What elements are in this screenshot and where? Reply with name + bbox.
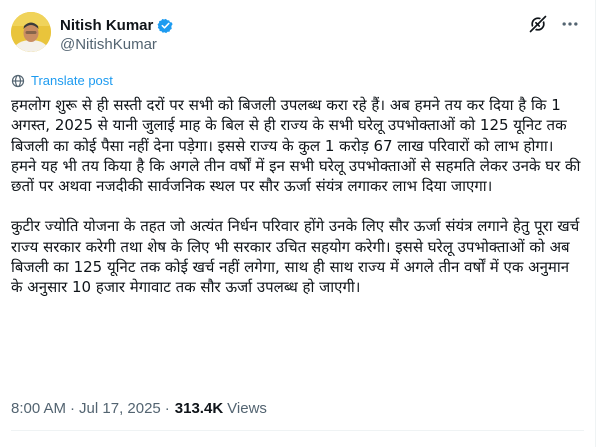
avatar-image <box>11 12 51 52</box>
author-handle[interactable]: @NitishKumar <box>60 36 157 53</box>
post-date[interactable]: Jul 17, 2025 <box>79 400 161 417</box>
post-time[interactable]: 8:00 AM <box>11 400 66 417</box>
translate-post-link[interactable]: Translate post <box>31 73 113 88</box>
post-card: Nitish Kumar @NitishKumar Translate post… <box>0 0 596 447</box>
views-count[interactable]: 313.4K <box>175 400 223 417</box>
author-name-row: Nitish Kumar <box>60 15 174 35</box>
meta-separator: · <box>70 399 76 417</box>
divider <box>11 430 584 431</box>
translate-post[interactable]: Translate post <box>11 71 113 89</box>
post-text: हमलोग शुरू से ही सस्ती दरों पर सभी को बि… <box>11 95 583 298</box>
views-label: Views <box>227 399 267 417</box>
more-options-icon[interactable] <box>560 14 580 34</box>
post-meta: 8:00 AM · Jul 17, 2025 · 313.4K Views <box>11 397 267 419</box>
author-name[interactable]: Nitish Kumar <box>60 17 153 34</box>
globe-icon <box>11 73 25 88</box>
post-actions-top <box>528 14 580 34</box>
verified-badge-icon[interactable] <box>157 17 174 34</box>
post-paragraph-2: कुटीर ज्योति योजना के तहत जो अत्यंत निर्… <box>11 217 580 297</box>
grok-icon[interactable] <box>528 14 548 34</box>
avatar[interactable] <box>11 12 51 52</box>
post-paragraph-1: हमलोग शुरू से ही सस्ती दरों पर सभी को बि… <box>11 96 581 196</box>
meta-separator-2: · <box>164 399 170 417</box>
